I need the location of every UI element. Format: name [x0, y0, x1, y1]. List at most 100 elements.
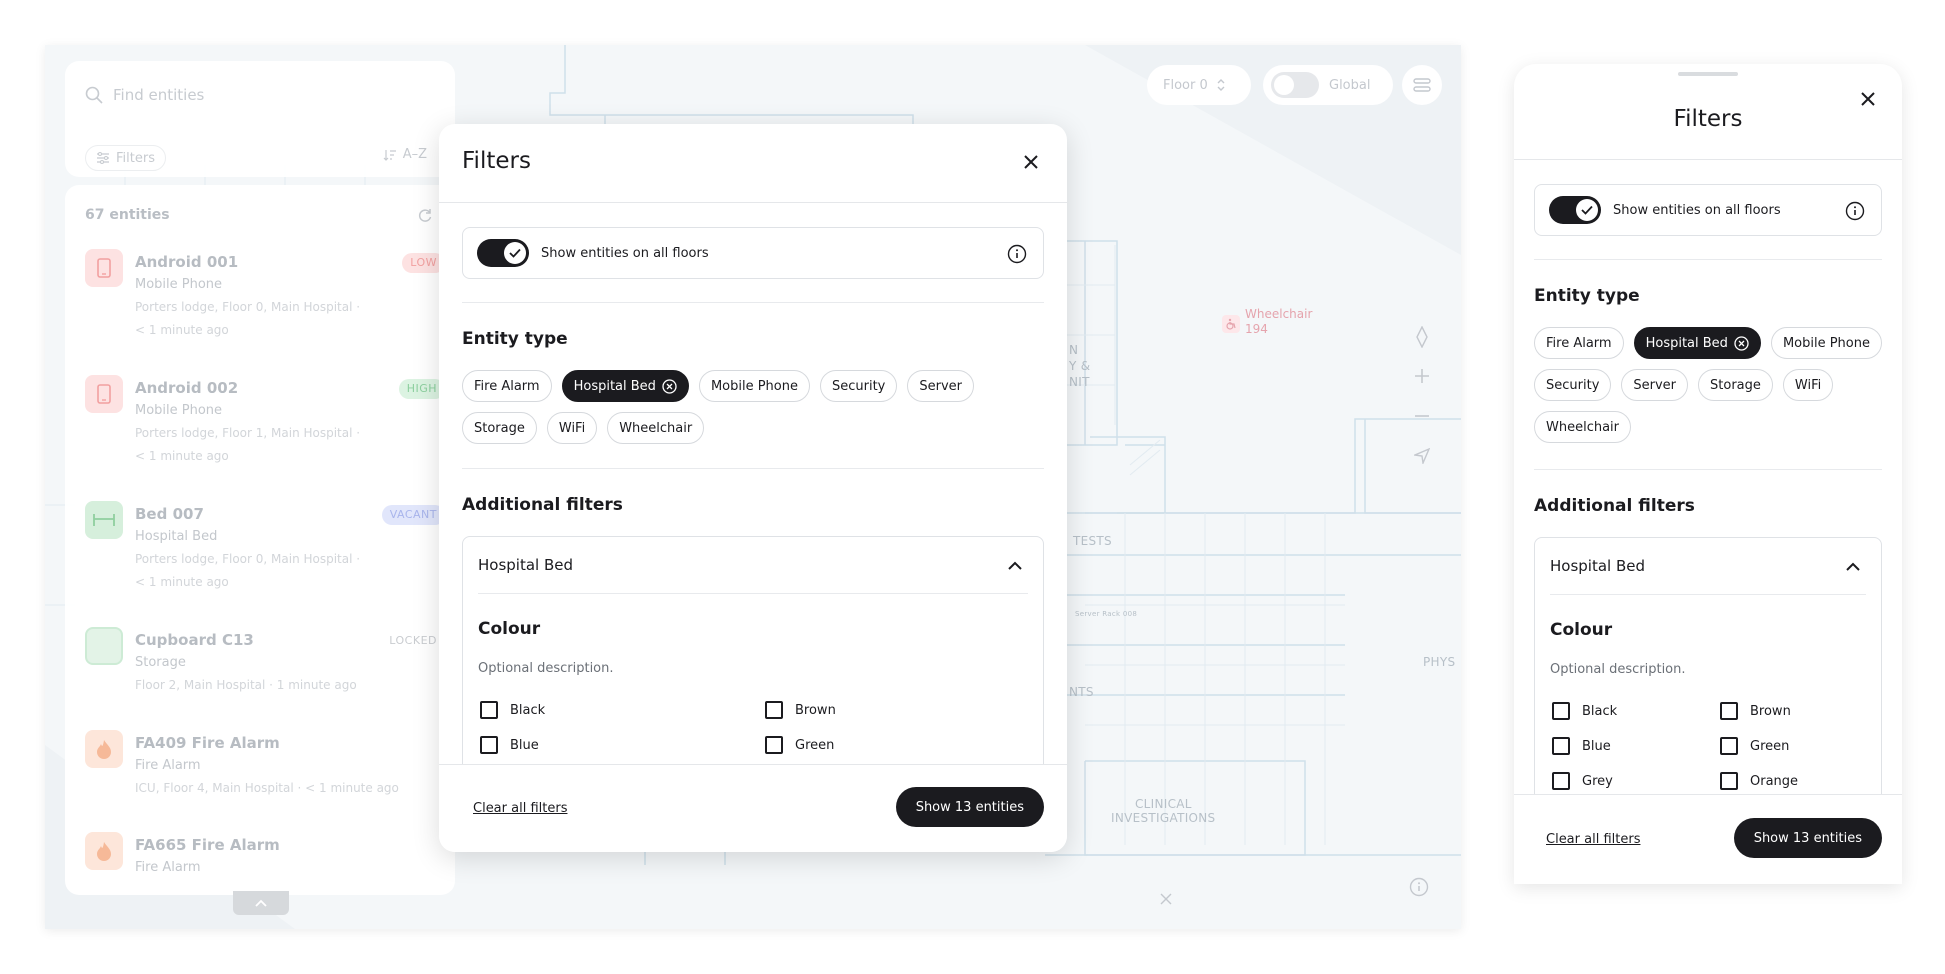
- collapse-list-button[interactable]: [233, 891, 289, 915]
- all-floors-toggle[interactable]: [477, 239, 529, 267]
- mobile-filters-sheet: Filters Show entities on all floors Enti…: [1514, 64, 1902, 884]
- chip-mobile-phone[interactable]: Mobile Phone: [698, 370, 810, 402]
- colour-title: Colour: [1550, 620, 1613, 640]
- chip-label: Storage: [1710, 377, 1761, 393]
- chip-wifi[interactable]: WiFi: [1782, 369, 1834, 401]
- entity-location: Porters lodge, Floor 1, Main Hospital ·: [135, 426, 361, 440]
- chip-hospital-bed[interactable]: Hospital Bed: [561, 370, 689, 402]
- flame-icon: [85, 730, 123, 768]
- clear-filters-link[interactable]: Clear all filters: [1546, 832, 1640, 847]
- center-map-button[interactable]: [1159, 891, 1173, 910]
- chip-storage[interactable]: Storage: [462, 412, 537, 444]
- chevron-up-icon[interactable]: [1843, 556, 1863, 576]
- clear-filters-link[interactable]: Clear all filters: [473, 801, 567, 816]
- refresh-icon[interactable]: [417, 207, 433, 227]
- chip-server[interactable]: Server: [907, 370, 975, 402]
- checkbox-green[interactable]: Green: [765, 736, 834, 754]
- chip-fire-alarm[interactable]: Fire Alarm: [1534, 327, 1624, 359]
- entity-type: Storage: [135, 655, 186, 670]
- divider: [1534, 259, 1882, 260]
- checkbox-label: Brown: [1750, 703, 1791, 719]
- checkbox-box[interactable]: [480, 736, 498, 754]
- show-entities-button[interactable]: Show 13 entities: [1733, 818, 1882, 858]
- sheet-grabber[interactable]: [1678, 72, 1738, 76]
- all-floors-toggle[interactable]: [1549, 196, 1601, 224]
- checkbox-black[interactable]: Black: [480, 701, 545, 719]
- list-item[interactable]: Android 001 Mobile Phone Porters lodge, …: [85, 249, 445, 349]
- map-label: TESTS: [1073, 534, 1112, 548]
- checkbox-box[interactable]: [765, 736, 783, 754]
- chevron-up-icon[interactable]: [1005, 555, 1025, 575]
- list-item[interactable]: Cupboard C13 Storage Floor 2, Main Hospi…: [85, 627, 445, 727]
- global-toggle[interactable]: Global: [1263, 65, 1393, 105]
- info-icon: [1845, 201, 1865, 221]
- list-item[interactable]: Android 002 Mobile Phone Porters lodge, …: [85, 375, 445, 475]
- global-toggle-label: Global: [1329, 77, 1371, 93]
- sort-button[interactable]: A–Z: [383, 147, 427, 162]
- flame-icon: [85, 832, 123, 870]
- chip-hospital-bed[interactable]: Hospital Bed: [1633, 327, 1761, 359]
- divider: [478, 593, 1028, 594]
- show-entities-button[interactable]: Show 13 entities: [895, 787, 1044, 827]
- chip-security[interactable]: Security: [819, 370, 898, 402]
- checkbox-box[interactable]: [1552, 702, 1570, 720]
- checkbox-grey[interactable]: Grey: [1552, 772, 1613, 790]
- list-item[interactable]: FA665 Fire Alarm Fire Alarm: [85, 832, 445, 895]
- checkbox-box[interactable]: [1552, 737, 1570, 755]
- zoom-out-button[interactable]: [1407, 401, 1437, 431]
- zoom-in-button[interactable]: [1407, 361, 1437, 391]
- checkbox-blue[interactable]: Blue: [480, 736, 539, 754]
- search-input[interactable]: Find entities: [85, 77, 435, 113]
- floor-select[interactable]: Floor 0: [1147, 65, 1251, 105]
- checkbox-blue[interactable]: Blue: [1552, 737, 1611, 755]
- checkbox-box[interactable]: [1720, 772, 1738, 790]
- divider: [1514, 159, 1902, 160]
- checkbox-box[interactable]: [1720, 737, 1738, 755]
- entity-type-chips: Fire Alarm Hospital Bed Mobile Phone Sec…: [462, 370, 1052, 444]
- checkbox-label: Orange: [1750, 773, 1799, 789]
- entity-location: Porters lodge, Floor 0, Main Hospital ·: [135, 300, 361, 314]
- entity-list: 67 entities Android 001 Mobile Phone Por…: [65, 185, 455, 895]
- accordion-header[interactable]: Hospital Bed: [1535, 538, 1881, 594]
- sort-icon: [383, 149, 396, 161]
- colour-description: Optional description.: [478, 661, 614, 676]
- chip-server[interactable]: Server: [1621, 369, 1689, 401]
- list-item[interactable]: FA409 Fire Alarm Fire Alarm ICU, Floor 4…: [85, 730, 445, 830]
- chip-wifi[interactable]: WiFi: [546, 412, 598, 444]
- checkbox-green[interactable]: Green: [1720, 737, 1789, 755]
- info-button[interactable]: [1005, 242, 1029, 266]
- info-button[interactable]: [1843, 199, 1867, 223]
- entity-type-title: Entity type: [462, 329, 568, 349]
- filters-button[interactable]: Filters: [85, 145, 166, 171]
- remove-circle-icon[interactable]: [1734, 335, 1749, 351]
- chip-wheelchair[interactable]: Wheelchair: [1534, 411, 1632, 443]
- wheelchair-pin[interactable]: [1222, 315, 1240, 333]
- checkbox-box[interactable]: [480, 701, 498, 719]
- chip-wheelchair[interactable]: Wheelchair: [607, 412, 705, 444]
- chip-label: Mobile Phone: [1782, 335, 1870, 351]
- accordion-header[interactable]: Hospital Bed: [463, 537, 1043, 593]
- locate-me-button[interactable]: [1407, 441, 1437, 471]
- remove-circle-icon[interactable]: [662, 378, 677, 394]
- chip-storage[interactable]: Storage: [1698, 369, 1773, 401]
- global-toggle-switch[interactable]: [1271, 72, 1319, 98]
- checkbox-brown[interactable]: Brown: [765, 701, 836, 719]
- checkbox-orange[interactable]: Orange: [1720, 772, 1798, 790]
- info-icon: [1409, 877, 1429, 897]
- compass-button[interactable]: [1407, 322, 1437, 352]
- list-item[interactable]: Bed 007 Hospital Bed Porters lodge, Floo…: [85, 501, 445, 601]
- checkbox-box[interactable]: [765, 701, 783, 719]
- checkbox-box[interactable]: [1720, 702, 1738, 720]
- chip-mobile-phone[interactable]: Mobile Phone: [1770, 327, 1882, 359]
- checkbox-black[interactable]: Black: [1552, 702, 1617, 720]
- close-button[interactable]: [1017, 148, 1045, 176]
- checkbox-brown[interactable]: Brown: [1720, 702, 1791, 720]
- chip-fire-alarm[interactable]: Fire Alarm: [462, 370, 552, 402]
- navigation-arrow-icon: [1414, 448, 1430, 464]
- entity-title: Android 002: [135, 379, 239, 397]
- chip-security[interactable]: Security: [1534, 369, 1612, 401]
- layers-button[interactable]: [1402, 65, 1442, 105]
- sheet-footer: Clear all filters Show 13 entities: [1514, 794, 1902, 884]
- checkbox-box[interactable]: [1552, 772, 1570, 790]
- map-info-button[interactable]: [1407, 875, 1431, 899]
